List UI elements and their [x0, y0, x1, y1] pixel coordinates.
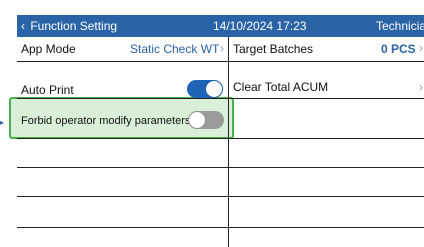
- app-mode-label: App Mode: [21, 42, 76, 56]
- toggle-knob: [206, 81, 222, 97]
- forbid-modify-label: Forbid operator modify parameters: [21, 115, 191, 127]
- back-button[interactable]: ‹ Function Setting: [21, 19, 117, 33]
- clear-total-label: Clear Total ACUM: [233, 80, 329, 94]
- top-bar: ‹ Function Setting 14/10/2024 17:23 Tech…: [17, 15, 424, 37]
- target-batches-label: Target Batches: [233, 42, 314, 56]
- settings-grid: App Mode Static Check WT › Auto Print Fo…: [17, 37, 424, 247]
- chevron-right-icon[interactable]: ›: [419, 80, 423, 94]
- toggle-knob: [189, 112, 205, 128]
- back-label: Function Setting: [30, 19, 118, 33]
- forbid-modify-toggle[interactable]: [188, 111, 224, 129]
- pointer-marker-icon: ▸: [0, 118, 5, 127]
- chevron-left-icon: ‹: [21, 19, 25, 33]
- datetime: 14/10/2024 17:23: [213, 19, 307, 33]
- auto-print-toggle[interactable]: [187, 80, 223, 98]
- chevron-right-icon[interactable]: ›: [220, 41, 224, 55]
- chevron-right-icon[interactable]: ›: [419, 41, 423, 55]
- row-divider: [17, 138, 424, 139]
- target-batches-value[interactable]: 0 PCS: [381, 42, 416, 56]
- column-divider: [228, 37, 229, 247]
- row-divider: [17, 167, 424, 168]
- user-role: Technicia: [376, 19, 424, 33]
- row-divider: [17, 98, 424, 99]
- row-divider: [17, 227, 424, 228]
- app-mode-value[interactable]: Static Check WT: [130, 42, 219, 56]
- auto-print-label: Auto Print: [21, 83, 74, 97]
- row-divider: [17, 196, 424, 197]
- row-divider: [17, 61, 424, 62]
